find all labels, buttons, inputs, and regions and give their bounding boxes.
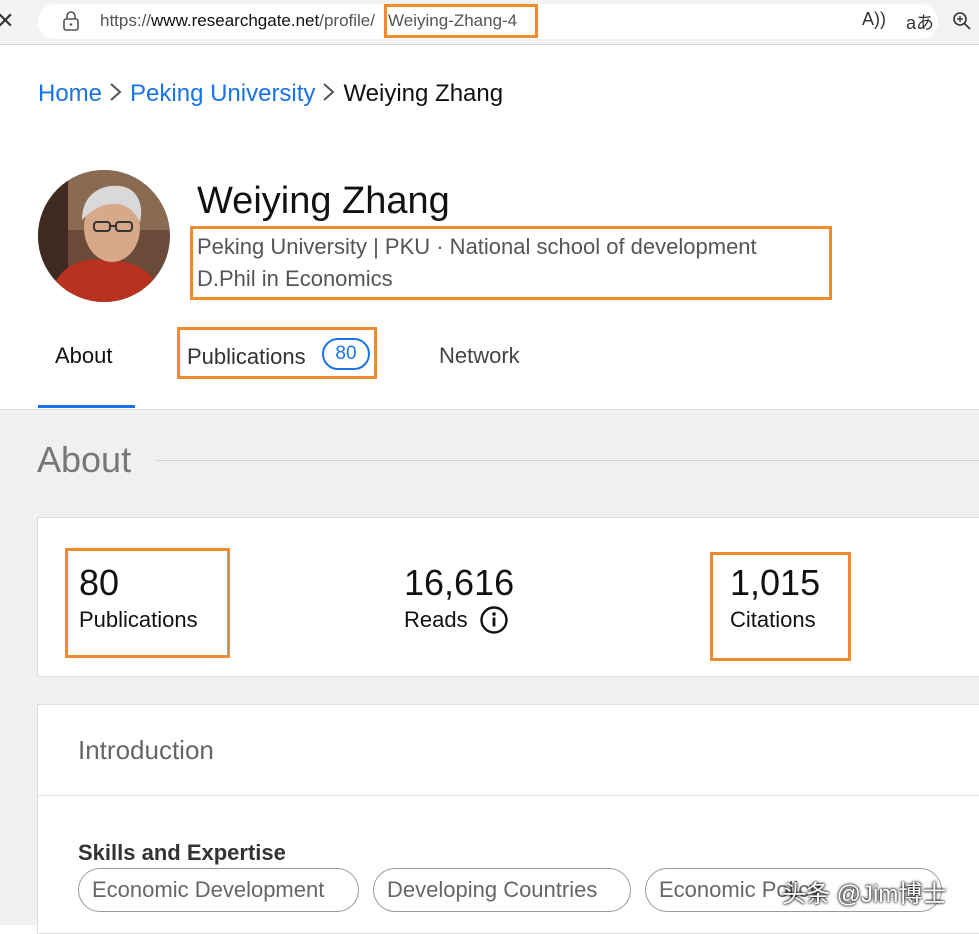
translate-icon[interactable]: aあ: [906, 9, 934, 35]
watermark: 头条 @Jim博士: [782, 881, 947, 908]
tab-network[interactable]: Network: [439, 343, 520, 369]
breadcrumb: Home Peking University Weiying Zhang: [38, 80, 503, 108]
read-aloud-icon[interactable]: A)): [862, 9, 886, 30]
breadcrumb-current: Weiying Zhang: [343, 80, 504, 107]
info-icon[interactable]: [479, 605, 509, 635]
skill-chip[interactable]: Economic Development: [78, 868, 359, 912]
breadcrumb-home[interactable]: Home: [38, 80, 102, 107]
active-tab-indicator: [38, 405, 135, 408]
url-host: www.researchgate.net: [151, 11, 320, 30]
close-icon[interactable]: ✕: [0, 8, 14, 34]
citations-count: 1,015: [730, 562, 821, 603]
publications-label[interactable]: Publications: [79, 607, 198, 633]
tab-publications[interactable]: Publications: [187, 344, 306, 370]
tab-about[interactable]: About: [55, 343, 113, 369]
lock-icon: [63, 11, 79, 31]
reads-label: Reads: [404, 607, 468, 632]
skills-heading: Skills and Expertise: [78, 840, 286, 865]
introduction-divider: [38, 795, 979, 796]
chevron-right-icon: [323, 83, 335, 101]
browser-toolbar: ✕ https://www.researchgate.net/profile/ …: [0, 0, 979, 45]
breadcrumb-university[interactable]: Peking University: [130, 80, 315, 107]
url-scheme: https://: [100, 11, 152, 30]
publications-count: 80: [79, 562, 120, 603]
section-title: About: [37, 439, 132, 480]
publications-count-badge: 80: [322, 338, 370, 370]
skill-chip[interactable]: Developing Countries: [373, 868, 631, 912]
url-text[interactable]: https://www.researchgate.net/profile/: [100, 11, 375, 31]
chevron-right-icon: [110, 83, 122, 101]
url-path: /profile/: [319, 11, 375, 30]
section-divider: [157, 460, 979, 461]
avatar[interactable]: [38, 170, 170, 302]
profile-affiliation[interactable]: Peking University | PKU · National schoo…: [197, 234, 757, 260]
reads-count: 16,616: [404, 562, 515, 603]
url-slug: Weiying-Zhang-4: [388, 11, 518, 30]
zoom-icon[interactable]: [952, 11, 972, 31]
introduction-title: Introduction: [78, 735, 214, 765]
profile-name: Weiying Zhang: [197, 180, 450, 222]
citations-label[interactable]: Citations: [730, 607, 816, 633]
profile-degree: D.Phil in Economics: [197, 266, 393, 291]
profile-photo: [38, 170, 170, 302]
